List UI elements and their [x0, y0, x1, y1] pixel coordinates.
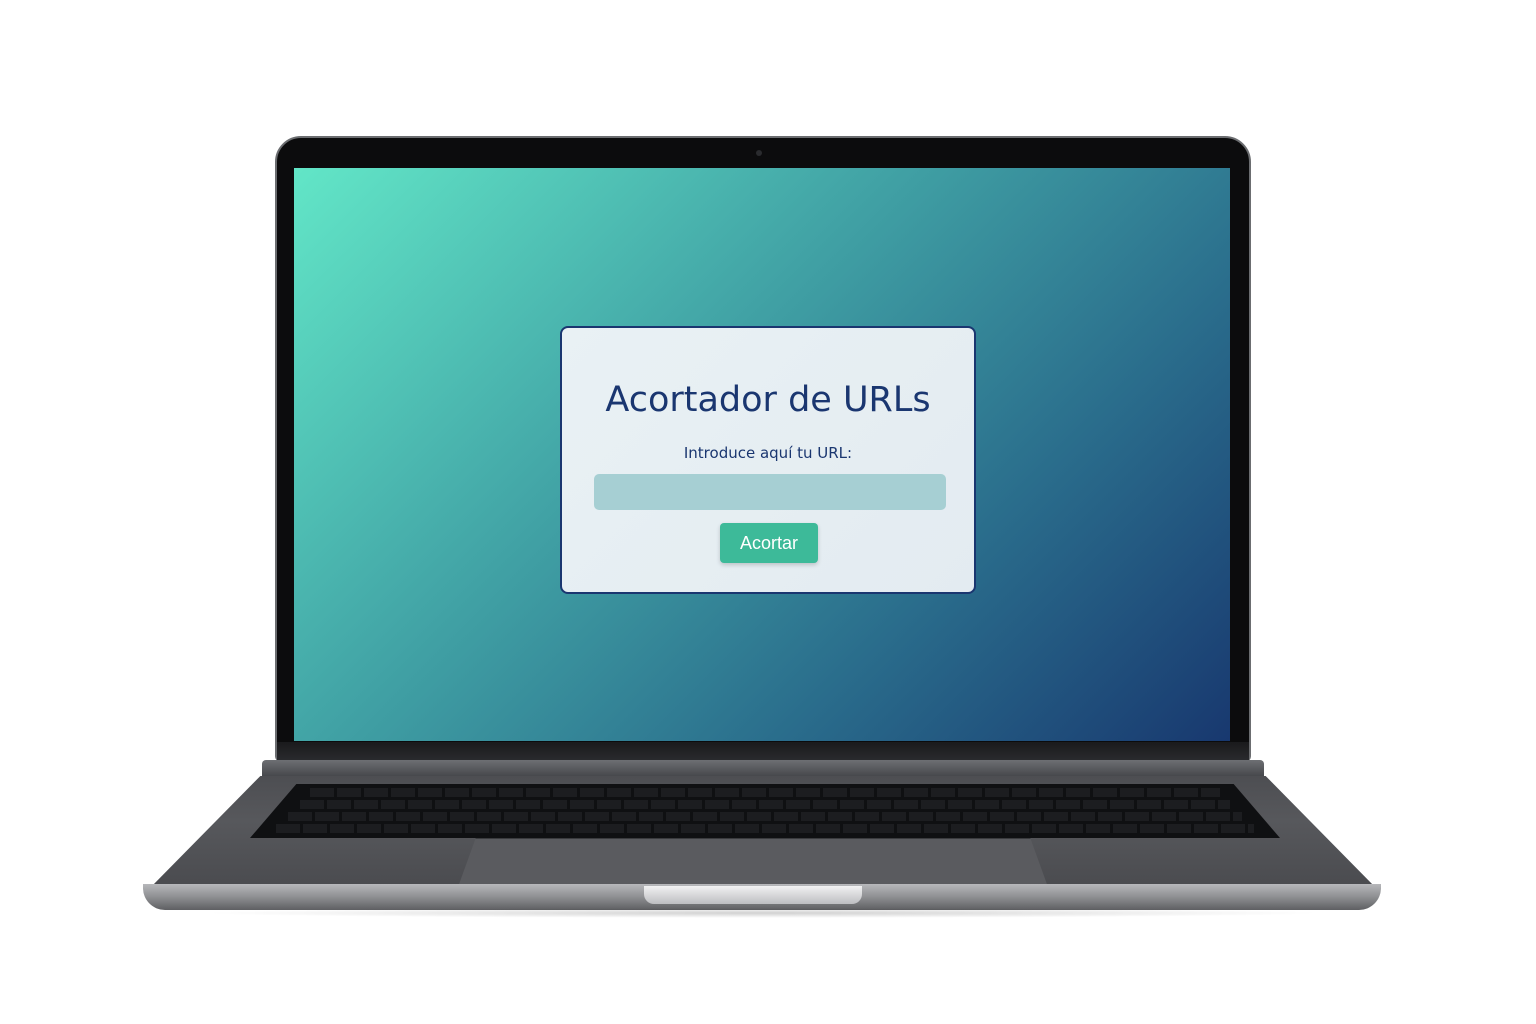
laptop-screen: Acortador de URLs Introduce aquí tu URL:…: [294, 168, 1230, 741]
url-input[interactable]: [594, 474, 946, 510]
url-input-label: Introduce aquí tu URL:: [683, 444, 853, 462]
keyboard-row: [300, 800, 1230, 809]
lid-bottom-bezel: [277, 742, 1249, 762]
keyboard: [250, 784, 1280, 838]
keyboard-row: [310, 788, 1220, 797]
shorten-button[interactable]: Acortar: [720, 523, 818, 563]
laptop-mockup: Acortador de URLs Introduce aquí tu URL:…: [0, 0, 1536, 1024]
webcam-icon: [756, 150, 762, 156]
lid-open-notch: [644, 886, 862, 904]
url-shortener-card: Acortador de URLs Introduce aquí tu URL:…: [560, 326, 976, 594]
keyboard-row: [276, 824, 1254, 833]
trackpad: [458, 838, 1048, 887]
keyboard-row: [288, 812, 1242, 821]
page-title: Acortador de URLs: [605, 380, 931, 420]
laptop-shadow: [200, 908, 1326, 918]
